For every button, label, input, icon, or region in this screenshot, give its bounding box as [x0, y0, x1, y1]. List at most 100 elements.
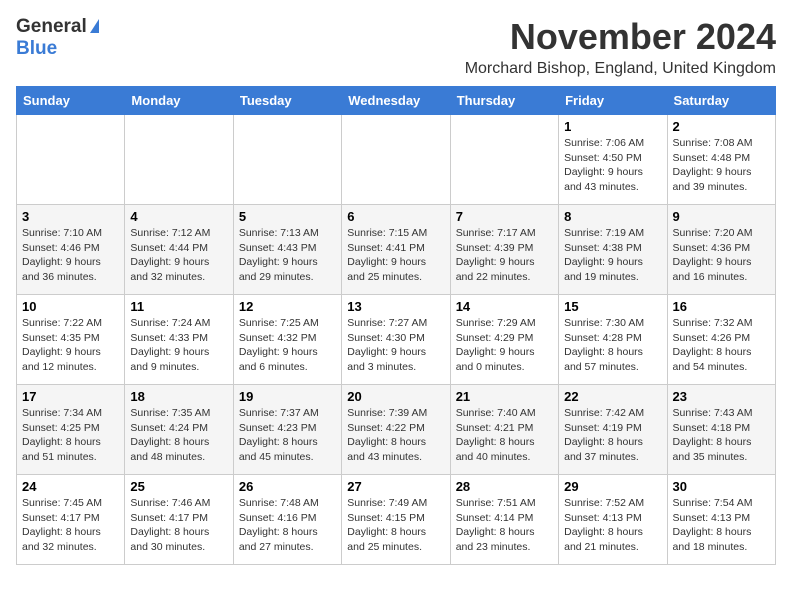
day-number: 19	[239, 389, 336, 404]
header-saturday: Saturday	[667, 87, 775, 115]
day-number: 21	[456, 389, 553, 404]
day-cell	[17, 115, 125, 205]
day-number: 14	[456, 299, 553, 314]
week-row-2: 3 Sunrise: 7:10 AM Sunset: 4:46 PM Daylig…	[17, 205, 776, 295]
day-cell: 30 Sunrise: 7:54 AM Sunset: 4:13 PM Dayli…	[667, 475, 775, 565]
day-cell: 3 Sunrise: 7:10 AM Sunset: 4:46 PM Daylig…	[17, 205, 125, 295]
day-cell: 5 Sunrise: 7:13 AM Sunset: 4:43 PM Daylig…	[233, 205, 341, 295]
day-cell: 9 Sunrise: 7:20 AM Sunset: 4:36 PM Daylig…	[667, 205, 775, 295]
day-info: Sunrise: 7:54 AM Sunset: 4:13 PM Dayligh…	[673, 496, 770, 555]
day-cell: 11 Sunrise: 7:24 AM Sunset: 4:33 PM Dayli…	[125, 295, 233, 385]
day-info: Sunrise: 7:12 AM Sunset: 4:44 PM Dayligh…	[130, 226, 227, 285]
day-info: Sunrise: 7:17 AM Sunset: 4:39 PM Dayligh…	[456, 226, 553, 285]
day-cell: 6 Sunrise: 7:15 AM Sunset: 4:41 PM Daylig…	[342, 205, 450, 295]
logo-blue: Blue	[16, 38, 57, 59]
day-info: Sunrise: 7:51 AM Sunset: 4:14 PM Dayligh…	[456, 496, 553, 555]
day-info: Sunrise: 7:25 AM Sunset: 4:32 PM Dayligh…	[239, 316, 336, 375]
logo: General Blue	[16, 16, 99, 60]
day-cell: 4 Sunrise: 7:12 AM Sunset: 4:44 PM Daylig…	[125, 205, 233, 295]
day-cell: 2Sunrise: 7:08 AM Sunset: 4:48 PM Daylig…	[667, 115, 775, 205]
day-info: Sunrise: 7:13 AM Sunset: 4:43 PM Dayligh…	[239, 226, 336, 285]
day-info: Sunrise: 7:15 AM Sunset: 4:41 PM Dayligh…	[347, 226, 444, 285]
day-info: Sunrise: 7:45 AM Sunset: 4:17 PM Dayligh…	[22, 496, 119, 555]
day-info: Sunrise: 7:37 AM Sunset: 4:23 PM Dayligh…	[239, 406, 336, 465]
day-info: Sunrise: 7:43 AM Sunset: 4:18 PM Dayligh…	[673, 406, 770, 465]
day-number: 25	[130, 479, 227, 494]
header-tuesday: Tuesday	[233, 87, 341, 115]
day-cell: 23 Sunrise: 7:43 AM Sunset: 4:18 PM Dayli…	[667, 385, 775, 475]
day-cell: 28 Sunrise: 7:51 AM Sunset: 4:14 PM Dayli…	[450, 475, 558, 565]
day-cell: 10 Sunrise: 7:22 AM Sunset: 4:35 PM Dayli…	[17, 295, 125, 385]
month-title: November 2024	[465, 16, 776, 58]
day-info: Sunrise: 7:06 AM Sunset: 4:50 PM Dayligh…	[564, 136, 661, 195]
day-cell	[125, 115, 233, 205]
day-info: Sunrise: 7:24 AM Sunset: 4:33 PM Dayligh…	[130, 316, 227, 375]
day-cell: 15Sunrise: 7:30 AM Sunset: 4:28 PM Dayli…	[559, 295, 667, 385]
day-cell: 21 Sunrise: 7:40 AM Sunset: 4:21 PM Dayli…	[450, 385, 558, 475]
day-cell: 20 Sunrise: 7:39 AM Sunset: 4:22 PM Dayli…	[342, 385, 450, 475]
day-number: 8	[564, 209, 661, 224]
week-row-1: 1 Sunrise: 7:06 AM Sunset: 4:50 PM Daylig…	[17, 115, 776, 205]
day-number: 5	[239, 209, 336, 224]
day-info: Sunrise: 7:39 AM Sunset: 4:22 PM Dayligh…	[347, 406, 444, 465]
header-wednesday: Wednesday	[342, 87, 450, 115]
day-cell: 18 Sunrise: 7:35 AM Sunset: 4:24 PM Dayli…	[125, 385, 233, 475]
day-info: Sunrise: 7:42 AM Sunset: 4:19 PM Dayligh…	[564, 406, 661, 465]
day-number: 9	[673, 209, 770, 224]
day-number: 16	[673, 299, 770, 314]
day-cell	[342, 115, 450, 205]
day-cell: 27 Sunrise: 7:49 AM Sunset: 4:15 PM Dayli…	[342, 475, 450, 565]
day-cell: 26Sunrise: 7:48 AM Sunset: 4:16 PM Dayli…	[233, 475, 341, 565]
day-cell: 7 Sunrise: 7:17 AM Sunset: 4:39 PM Daylig…	[450, 205, 558, 295]
day-info: Sunrise: 7:34 AM Sunset: 4:25 PM Dayligh…	[22, 406, 119, 465]
day-cell: 25Sunrise: 7:46 AM Sunset: 4:17 PM Dayli…	[125, 475, 233, 565]
day-cell: 8Sunrise: 7:19 AM Sunset: 4:38 PM Daylig…	[559, 205, 667, 295]
header-friday: Friday	[559, 87, 667, 115]
header: General Blue November 2024 Morchard Bish…	[16, 16, 776, 78]
day-info: Sunrise: 7:40 AM Sunset: 4:21 PM Dayligh…	[456, 406, 553, 465]
day-number: 11	[130, 299, 227, 314]
day-number: 23	[673, 389, 770, 404]
logo-general: General	[16, 16, 87, 38]
day-number: 1	[564, 119, 661, 134]
day-info: Sunrise: 7:49 AM Sunset: 4:15 PM Dayligh…	[347, 496, 444, 555]
day-number: 26	[239, 479, 336, 494]
day-cell	[233, 115, 341, 205]
day-cell	[450, 115, 558, 205]
day-number: 4	[130, 209, 227, 224]
day-number: 3	[22, 209, 119, 224]
day-cell: 24Sunrise: 7:45 AM Sunset: 4:17 PM Dayli…	[17, 475, 125, 565]
day-number: 27	[347, 479, 444, 494]
day-number: 2	[673, 119, 770, 134]
day-number: 30	[673, 479, 770, 494]
day-cell: 17 Sunrise: 7:34 AM Sunset: 4:25 PM Dayli…	[17, 385, 125, 475]
calendar-table: SundayMondayTuesdayWednesdayThursdayFrid…	[16, 86, 776, 565]
day-info: Sunrise: 7:22 AM Sunset: 4:35 PM Dayligh…	[22, 316, 119, 375]
day-number: 28	[456, 479, 553, 494]
day-number: 6	[347, 209, 444, 224]
week-row-3: 10 Sunrise: 7:22 AM Sunset: 4:35 PM Dayli…	[17, 295, 776, 385]
day-number: 22	[564, 389, 661, 404]
location-subtitle: Morchard Bishop, England, United Kingdom	[465, 60, 776, 78]
day-cell: 1 Sunrise: 7:06 AM Sunset: 4:50 PM Daylig…	[559, 115, 667, 205]
day-number: 13	[347, 299, 444, 314]
day-info: Sunrise: 7:52 AM Sunset: 4:13 PM Dayligh…	[564, 496, 661, 555]
day-number: 15	[564, 299, 661, 314]
header-monday: Monday	[125, 87, 233, 115]
week-row-4: 17 Sunrise: 7:34 AM Sunset: 4:25 PM Dayli…	[17, 385, 776, 475]
day-number: 17	[22, 389, 119, 404]
day-number: 18	[130, 389, 227, 404]
day-number: 20	[347, 389, 444, 404]
day-number: 12	[239, 299, 336, 314]
week-row-5: 24Sunrise: 7:45 AM Sunset: 4:17 PM Dayli…	[17, 475, 776, 565]
day-cell: 13Sunrise: 7:27 AM Sunset: 4:30 PM Dayli…	[342, 295, 450, 385]
day-info: Sunrise: 7:10 AM Sunset: 4:46 PM Dayligh…	[22, 226, 119, 285]
day-number: 29	[564, 479, 661, 494]
day-number: 10	[22, 299, 119, 314]
day-number: 7	[456, 209, 553, 224]
day-cell: 29 Sunrise: 7:52 AM Sunset: 4:13 PM Dayli…	[559, 475, 667, 565]
day-info: Sunrise: 7:35 AM Sunset: 4:24 PM Dayligh…	[130, 406, 227, 465]
day-cell: 16Sunrise: 7:32 AM Sunset: 4:26 PM Dayli…	[667, 295, 775, 385]
day-info: Sunrise: 7:29 AM Sunset: 4:29 PM Dayligh…	[456, 316, 553, 375]
day-info: Sunrise: 7:20 AM Sunset: 4:36 PM Dayligh…	[673, 226, 770, 285]
